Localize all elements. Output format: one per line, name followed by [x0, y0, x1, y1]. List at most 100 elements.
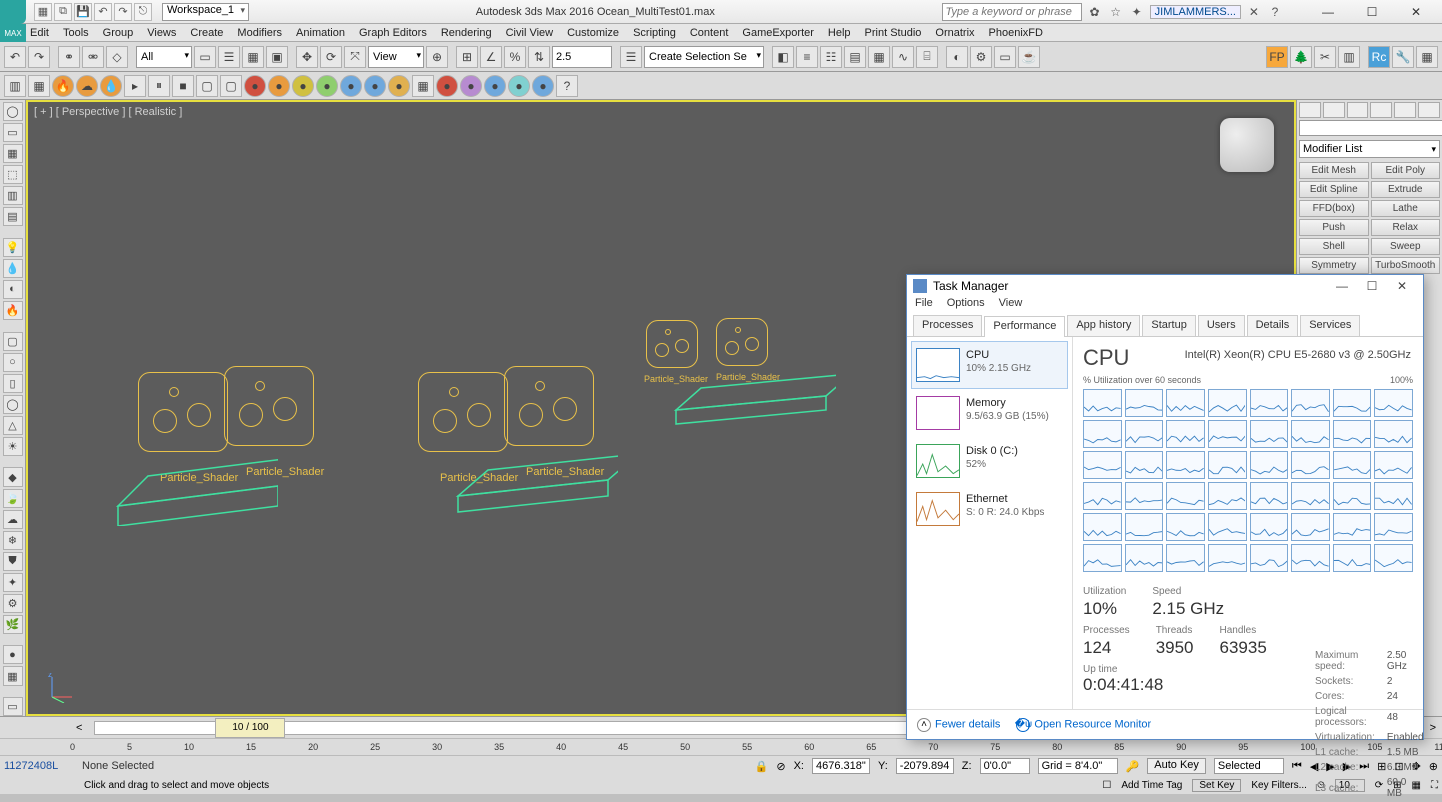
- time-ruler[interactable]: 0510152025303540455055606570758085909510…: [0, 738, 1442, 756]
- tb2-amber-icon[interactable]: ●: [388, 75, 410, 97]
- menu-ornatrix[interactable]: Ornatrix: [935, 27, 974, 39]
- render-setup-icon[interactable]: ⚙: [970, 46, 992, 68]
- time-slider-thumb[interactable]: 10 / 100: [215, 718, 285, 738]
- tm-menu-file[interactable]: File: [915, 297, 933, 315]
- panel-icon[interactable]: ▥: [1338, 46, 1360, 68]
- menu-tools[interactable]: Tools: [63, 27, 89, 39]
- spinner-input[interactable]: [552, 46, 612, 68]
- fp-plugin-icon[interactable]: FP: [1266, 46, 1288, 68]
- menu-modifiers[interactable]: Modifiers: [237, 27, 282, 39]
- tb2-b2-icon[interactable]: ●: [364, 75, 386, 97]
- lt-sphere-icon[interactable]: ○: [3, 353, 23, 372]
- chevron-up-icon[interactable]: ˄: [917, 718, 931, 732]
- lt-flame-icon[interactable]: 🔥: [3, 301, 23, 320]
- tb2-cube2-icon[interactable]: ▢: [220, 75, 242, 97]
- slider-prev-icon[interactable]: <: [70, 722, 88, 734]
- fewer-details-link[interactable]: Fewer details: [935, 718, 1000, 730]
- move-icon[interactable]: ✥: [296, 46, 318, 68]
- lt-bulb-icon[interactable]: 💡: [3, 238, 23, 257]
- object-name-input[interactable]: [1299, 120, 1442, 136]
- tm-tab-details[interactable]: Details: [1247, 315, 1299, 336]
- tm-menu-options[interactable]: Options: [947, 297, 985, 315]
- tm-side-disk[interactable]: Disk 0 (C:)52%: [911, 437, 1068, 485]
- menu-animation[interactable]: Animation: [296, 27, 345, 39]
- exchange-icon[interactable]: ✦: [1128, 3, 1146, 21]
- angle-snap-icon[interactable]: ∠: [480, 46, 502, 68]
- help-icon[interactable]: ?: [1266, 3, 1284, 21]
- modifier-list-dropdown[interactable]: Modifier List: [1299, 140, 1440, 158]
- lt-6-icon[interactable]: ▤: [3, 207, 23, 226]
- modifier-relax[interactable]: Relax: [1371, 219, 1441, 236]
- render-frame-icon[interactable]: ▭: [994, 46, 1016, 68]
- tb2-y-icon[interactable]: ●: [292, 75, 314, 97]
- lt-1-icon[interactable]: ◯: [3, 102, 23, 121]
- modifier-ffd-box-[interactable]: FFD(box): [1299, 200, 1369, 217]
- lt-cube-icon[interactable]: ▢: [3, 332, 23, 351]
- tab-modify-icon[interactable]: [1323, 102, 1345, 118]
- help-search-input[interactable]: [942, 3, 1082, 21]
- app-logo-icon[interactable]: [0, 0, 26, 24]
- tb2-g-icon[interactable]: ●: [316, 75, 338, 97]
- lt-gear-icon[interactable]: ⚙: [3, 594, 23, 613]
- percent-snap-icon[interactable]: %: [504, 46, 526, 68]
- lt-drop-icon[interactable]: 💧: [3, 259, 23, 278]
- lock-icon[interactable]: 🔒: [755, 760, 769, 773]
- curve-editor-icon[interactable]: ∿: [892, 46, 914, 68]
- lt-5-icon[interactable]: ▥: [3, 186, 23, 205]
- menu-content[interactable]: Content: [690, 27, 729, 39]
- window-crossing-icon[interactable]: ▣: [266, 46, 288, 68]
- tb2-cube1-icon[interactable]: ▢: [196, 75, 218, 97]
- lt-grass-icon[interactable]: 🌿: [3, 615, 23, 634]
- keymode-dropdown[interactable]: Selected: [1214, 758, 1284, 774]
- menu-phoenixfd[interactable]: PhoenixFD: [989, 27, 1043, 39]
- modifier-turbosmooth[interactable]: TurboSmooth: [1371, 257, 1441, 274]
- tb2-b3-icon[interactable]: ●: [484, 75, 506, 97]
- autokey-button[interactable]: Auto Key: [1147, 758, 1206, 774]
- modifier-edit-poly[interactable]: Edit Poly: [1371, 162, 1441, 179]
- tb2-play-icon[interactable]: ▸: [124, 75, 146, 97]
- tb2-p-icon[interactable]: ●: [460, 75, 482, 97]
- tab-create-icon[interactable]: [1299, 102, 1321, 118]
- menu-civil-view[interactable]: Civil View: [506, 27, 553, 39]
- y-field[interactable]: -2079.894: [896, 758, 954, 774]
- select-name-icon[interactable]: ☰: [218, 46, 240, 68]
- layers-icon[interactable]: ☷: [820, 46, 842, 68]
- lt-3-icon[interactable]: ▦: [3, 144, 23, 163]
- menu-scripting[interactable]: Scripting: [633, 27, 676, 39]
- tm-menu-view[interactable]: View: [999, 297, 1023, 315]
- tm-tab-startup[interactable]: Startup: [1142, 315, 1195, 336]
- task-manager-window[interactable]: Task Manager — ☐ ✕ FileOptionsView Proce…: [906, 274, 1424, 740]
- tab-hierarchy-icon[interactable]: [1347, 102, 1369, 118]
- qat-open-icon[interactable]: ⧉: [54, 3, 72, 21]
- minimize-button[interactable]: —: [1306, 0, 1350, 24]
- lt-shader-icon[interactable]: ◐: [3, 280, 23, 299]
- tab-display-icon[interactable]: [1394, 102, 1416, 118]
- tab-motion-icon[interactable]: [1370, 102, 1392, 118]
- viewcube[interactable]: [1220, 118, 1274, 172]
- maximize-button[interactable]: ☐: [1350, 0, 1394, 24]
- tb2-fire-icon[interactable]: 🔥: [52, 75, 74, 97]
- lt-4-icon[interactable]: ⬚: [3, 165, 23, 184]
- tb2-red-icon[interactable]: ●: [244, 75, 266, 97]
- snap-icon[interactable]: ⊞: [456, 46, 478, 68]
- menu-help[interactable]: Help: [828, 27, 851, 39]
- star-icon[interactable]: ☆: [1107, 3, 1125, 21]
- qat-redo-icon[interactable]: ↷: [114, 3, 132, 21]
- tm-side-memory[interactable]: Memory9.5/63.9 GB (15%): [911, 389, 1068, 437]
- lt-grid-icon[interactable]: ▦: [3, 666, 23, 685]
- key-icon[interactable]: 🔑: [1126, 760, 1140, 773]
- isolate-icon[interactable]: ⊘: [776, 760, 785, 773]
- qat-new-icon[interactable]: ▦: [34, 3, 52, 21]
- tb2-liquid-icon[interactable]: 💧: [100, 75, 122, 97]
- mirror-icon[interactable]: ◧: [772, 46, 794, 68]
- tm-tab-processes[interactable]: Processes: [913, 315, 982, 336]
- modifier-symmetry[interactable]: Symmetry: [1299, 257, 1369, 274]
- tm-tab-app-history[interactable]: App history: [1067, 315, 1140, 336]
- lt-x-icon[interactable]: ▭: [3, 697, 23, 716]
- tb2-r2-icon[interactable]: ●: [436, 75, 458, 97]
- render-icon[interactable]: ☕: [1018, 46, 1040, 68]
- lt-star-icon[interactable]: ✦: [3, 573, 23, 592]
- lt-snow-icon[interactable]: ❄: [3, 531, 23, 550]
- modifier-sweep[interactable]: Sweep: [1371, 238, 1441, 255]
- lt-rock-icon[interactable]: ◆: [3, 467, 23, 486]
